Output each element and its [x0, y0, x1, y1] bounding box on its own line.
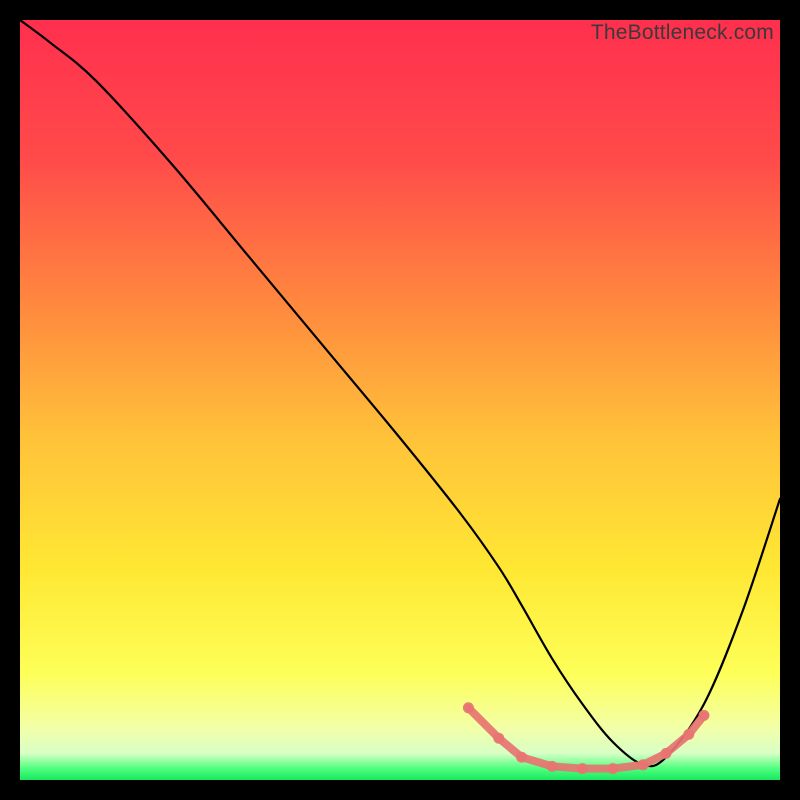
optimal-range-dot: [493, 733, 504, 744]
optimal-range-dot: [463, 702, 474, 713]
optimal-range-dot: [516, 752, 527, 763]
optimal-range-dot: [683, 729, 694, 740]
optimal-range-dot: [577, 763, 588, 774]
optimal-range-overlay: [463, 702, 710, 774]
optimal-range-dot: [638, 759, 649, 770]
bottleneck-curve: [20, 20, 780, 766]
optimal-range-dot: [699, 710, 710, 721]
chart-frame: TheBottleneck.com: [20, 20, 780, 780]
bottleneck-curve-svg: [20, 20, 780, 780]
optimal-range-dot: [547, 761, 558, 772]
optimal-range-dot: [661, 748, 672, 759]
optimal-range-dot: [607, 763, 618, 774]
